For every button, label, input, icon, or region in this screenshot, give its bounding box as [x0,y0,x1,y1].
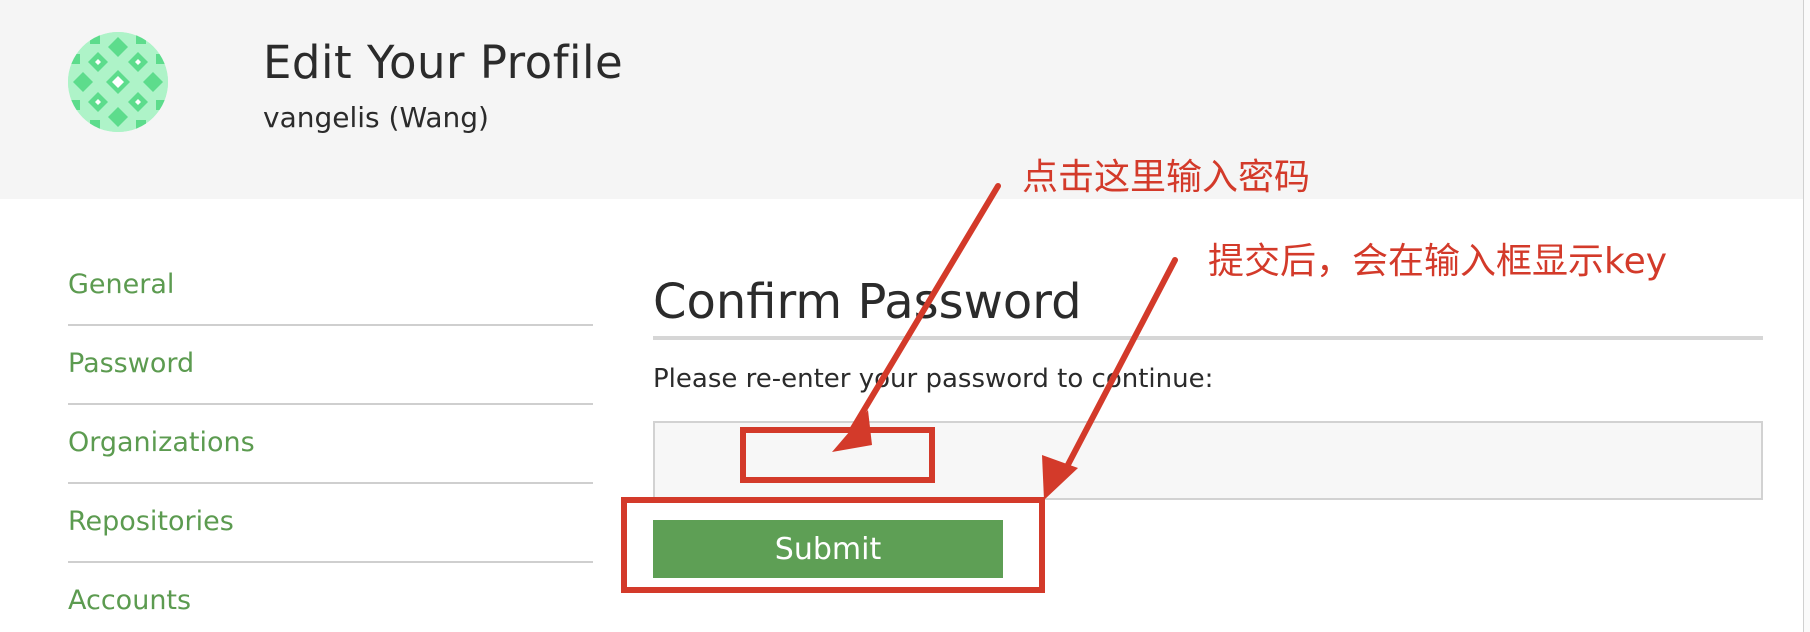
section-title: Confirm Password [653,274,1082,330]
page: Edit Your Profile vangelis (Wang) Genera… [0,0,1810,632]
profile-header: Edit Your Profile vangelis (Wang) [0,0,1803,199]
sidebar-item-password[interactable]: Password [68,326,593,405]
annotation-click-here-note: 点击这里输入密码 [1022,157,1311,198]
scrollbar[interactable] [1803,0,1810,632]
sidebar-item-organizations[interactable]: Organizations [68,405,593,484]
sidebar-item-accounts[interactable]: Accounts [68,563,593,632]
avatar [68,32,168,132]
settings-sidebar: General Password Organizations Repositor… [68,247,593,632]
username-subtitle: vangelis (Wang) [263,101,489,134]
password-prompt: Please re-enter your password to continu… [653,364,1214,394]
section-divider [653,336,1763,340]
sidebar-item-repositories[interactable]: Repositories [68,484,593,563]
submit-button[interactable]: Submit [653,520,1003,578]
password-input[interactable] [653,421,1763,500]
sidebar-item-general[interactable]: General [68,247,593,326]
page-title: Edit Your Profile [263,36,624,89]
identicon-image [68,32,168,132]
annotation-submit-note: 提交后，会在输入框显示key [1208,241,1668,282]
